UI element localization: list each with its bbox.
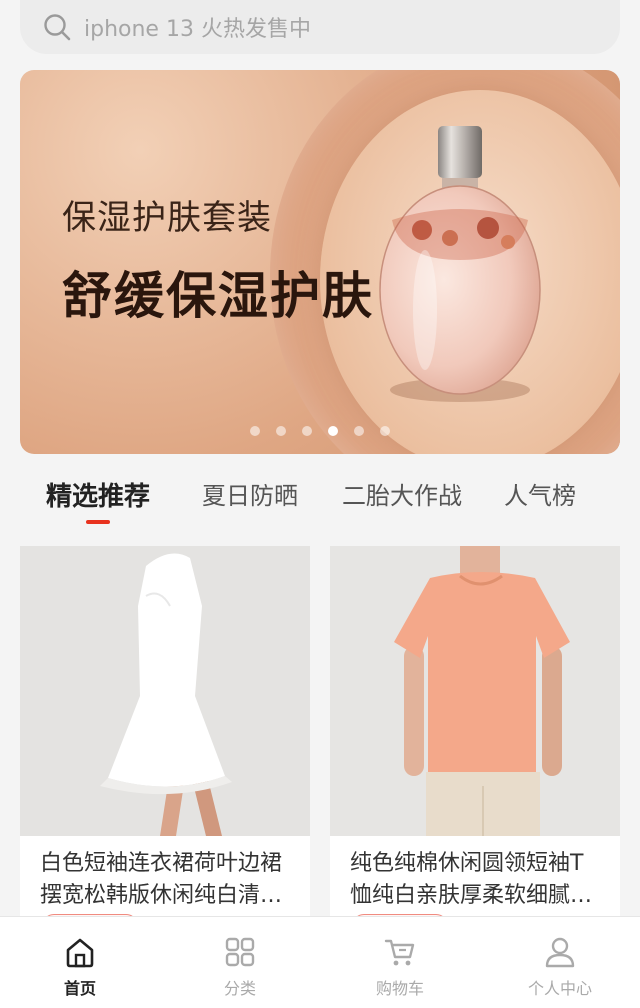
product-card[interactable]: 纯色纯棉休闲圆领短袖T恤纯白亲肤厚柔软细腻…	[330, 546, 620, 946]
grid-icon	[225, 937, 255, 967]
product-image	[330, 546, 620, 836]
user-icon	[545, 937, 575, 968]
nav-home[interactable]: 首页	[0, 917, 160, 1008]
pagination-dot[interactable]	[380, 426, 390, 436]
nav-label-profile: 个人中心	[527, 979, 592, 998]
pagination-dot-active[interactable]	[328, 426, 338, 436]
pagination-dot[interactable]	[276, 426, 286, 436]
tab-popular[interactable]: 人气榜	[504, 476, 576, 511]
cart-icon	[384, 939, 415, 966]
tab-featured[interactable]: 精选推荐	[46, 476, 150, 513]
product-title: 纯色纯棉休闲圆领短袖T恤纯白亲肤厚柔软细腻…	[350, 851, 593, 908]
nav-label-category: 分类	[223, 979, 256, 998]
search-icon	[44, 14, 71, 41]
tab-second-child[interactable]: 二胎大作战	[342, 476, 462, 511]
nav-profile[interactable]: 个人中心	[480, 917, 640, 1008]
bottom-navigation: 首页 分类 购物车 个人中心	[0, 916, 640, 1008]
perfume-bottle-image	[379, 126, 541, 402]
nav-cart[interactable]: 购物车	[320, 917, 480, 1008]
tab-summer-sunscreen[interactable]: 夏日防晒	[202, 476, 298, 511]
active-tab-indicator	[86, 520, 110, 524]
search-input[interactable]: iphone 13 火热发售中	[20, 0, 620, 54]
product-image	[20, 546, 310, 836]
pagination-dot[interactable]	[354, 426, 364, 436]
search-placeholder: iphone 13 火热发售中	[84, 17, 311, 42]
banner-pagination	[20, 426, 620, 436]
product-card[interactable]: 白色短袖连衣裙荷叶边裙摆宽松韩版休闲纯白清…	[20, 546, 310, 946]
pagination-dot[interactable]	[302, 426, 312, 436]
banner-title: 舒缓保湿护肤	[62, 267, 374, 325]
home-icon	[66, 938, 94, 968]
pagination-dot[interactable]	[250, 426, 260, 436]
banner-subtitle: 保湿护肤套装	[62, 198, 272, 238]
nav-label-cart: 购物车	[375, 979, 424, 998]
nav-label-home: 首页	[63, 979, 96, 998]
nav-category[interactable]: 分类	[160, 917, 320, 1008]
promo-banner[interactable]: 保湿护肤套装 舒缓保湿护肤	[20, 70, 620, 454]
search-container: iphone 13 火热发售中	[20, 0, 620, 54]
product-title: 白色短袖连衣裙荷叶边裙摆宽松韩版休闲纯白清…	[40, 851, 283, 908]
